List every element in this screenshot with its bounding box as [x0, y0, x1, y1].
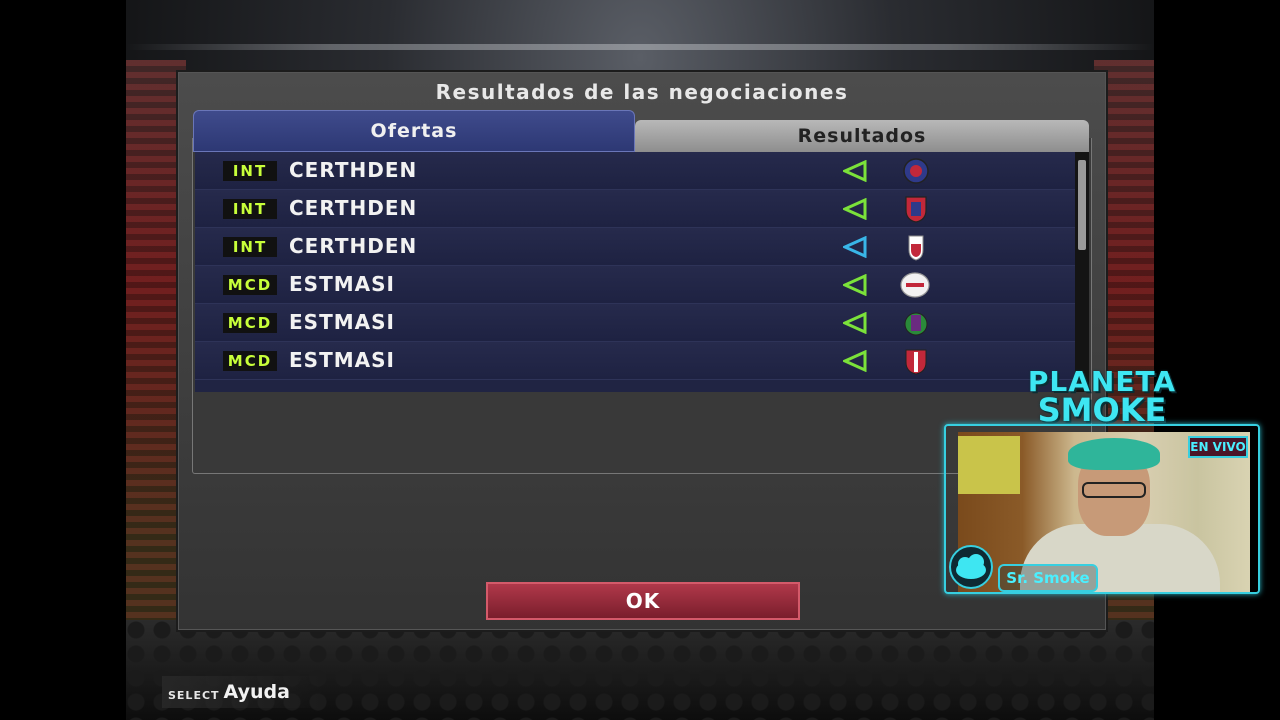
- arrow-left-icon: [843, 236, 867, 258]
- channel-logo-text: PLANETA SMOKE: [1012, 368, 1192, 429]
- club-crest-icon: [905, 196, 927, 223]
- offer-row[interactable]: INT CERTHDEN: [195, 190, 1075, 228]
- streamer-hair: [1068, 438, 1160, 470]
- club-crest-icon: [903, 158, 929, 184]
- help-label: Ayuda: [223, 681, 290, 703]
- glasses: [1082, 482, 1146, 498]
- help-hint[interactable]: SELECT Ayuda: [162, 676, 322, 708]
- club-crest-icon: [900, 272, 930, 298]
- position-badge: INT: [223, 237, 277, 257]
- position-badge: MCD: [223, 351, 277, 371]
- arrow-left-icon: [843, 274, 867, 296]
- player-name: ESTMASI: [289, 272, 395, 296]
- player-name: CERTHDEN: [289, 196, 418, 220]
- cloud-logo-icon: [949, 545, 993, 589]
- channel-title-line2: SMOKE: [1037, 391, 1167, 429]
- player-name: CERTHDEN: [289, 158, 418, 182]
- position-badge: MCD: [223, 275, 277, 295]
- player-name: CERTHDEN: [289, 234, 418, 258]
- hanging-shirt: [958, 436, 1020, 494]
- live-badge: EN VIVO: [1188, 436, 1248, 458]
- club-crest-icon: [908, 235, 924, 261]
- list-scrollbar[interactable]: [1075, 152, 1089, 392]
- club-crest-icon: [904, 312, 928, 336]
- arrow-left-icon: [843, 198, 867, 220]
- offer-row[interactable]: INT CERTHDEN: [195, 228, 1075, 266]
- streamer-name-tag: Sr. Smoke: [998, 564, 1098, 592]
- player-name: ESTMASI: [289, 348, 395, 372]
- select-key-icon: SELECT: [168, 688, 220, 702]
- arrow-left-icon: [843, 312, 867, 334]
- arrow-left-icon: [843, 350, 867, 372]
- position-badge: INT: [223, 161, 277, 181]
- offer-row[interactable]: MCD ESTMASI: [195, 266, 1075, 304]
- player-name: ESTMASI: [289, 310, 395, 334]
- tab-offers[interactable]: Ofertas: [193, 110, 635, 152]
- stadium-light: [126, 44, 1154, 50]
- offer-row[interactable]: MCD ESTMASI: [195, 304, 1075, 342]
- ok-button[interactable]: OK: [486, 582, 800, 620]
- arrow-left-icon: [843, 160, 867, 182]
- tab-results[interactable]: Resultados: [635, 120, 1089, 152]
- position-badge: MCD: [223, 313, 277, 333]
- dialog-title: Resultados de las negociaciones: [435, 80, 849, 104]
- position-badge: INT: [223, 199, 277, 219]
- club-crest-icon: [905, 349, 927, 375]
- offer-row[interactable]: INT CERTHDEN: [195, 152, 1075, 190]
- scrollbar-thumb[interactable]: [1078, 160, 1086, 250]
- offers-list: INT CERTHDEN INT CERTHDEN INT CERTHDEN M…: [195, 152, 1075, 392]
- offer-row[interactable]: MCD ESTMASI: [195, 342, 1075, 380]
